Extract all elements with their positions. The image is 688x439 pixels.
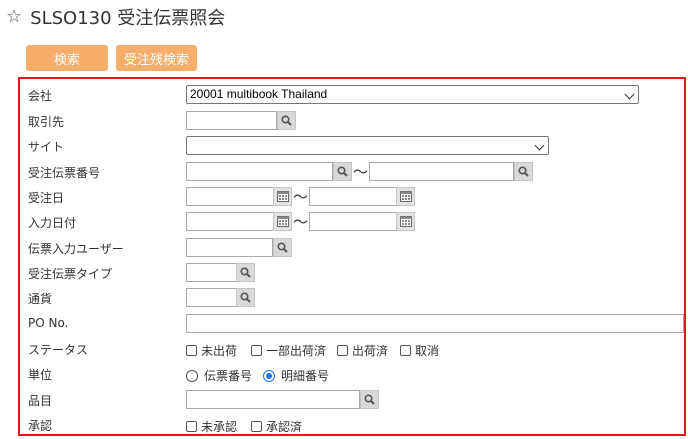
entry-user-row: 伝票入力ユーザー	[20, 235, 684, 261]
unit-slip-number-radio[interactable]: 伝票番号	[186, 367, 252, 384]
customer-label: 取引先	[28, 115, 65, 129]
item-input[interactable]	[186, 390, 360, 409]
approval-row: 承認 未承認 承認済	[20, 412, 684, 438]
item-row: 品目	[20, 387, 684, 413]
range-separator: 〜	[353, 163, 369, 181]
chevron-down-icon	[624, 89, 635, 100]
order-number-from-input[interactable]	[186, 162, 333, 181]
approval-label: 承認	[28, 419, 53, 433]
customer-row: 取引先	[20, 108, 684, 134]
status-shipped-checkbox[interactable]: 出荷済	[337, 342, 388, 359]
status-row: ステータス 未出荷 一部出荷済 出荷済 取消	[20, 336, 684, 362]
po-number-input[interactable]	[186, 314, 684, 333]
order-date-to-input[interactable]	[309, 187, 397, 206]
order-type-row: 受注伝票タイプ	[20, 260, 684, 286]
entry-date-label: 入力日付	[28, 216, 77, 230]
currency-input[interactable]	[186, 288, 237, 307]
order-number-to-input[interactable]	[369, 162, 514, 181]
company-select[interactable]: 20001 multibook Thailand	[186, 85, 639, 104]
site-row: サイト	[20, 133, 684, 159]
entry-date-from-input[interactable]	[186, 212, 274, 231]
status-label: ステータス	[28, 343, 89, 357]
range-separator: 〜	[293, 213, 309, 231]
order-number-label: 受注伝票番号	[28, 166, 101, 180]
po-number-row: PO No.	[20, 311, 684, 337]
search-criteria-panel: 会社 20001 multibook Thailand 取引先 サイト 受注伝票…	[18, 77, 686, 436]
order-type-search-icon[interactable]	[236, 263, 255, 282]
calendar-icon[interactable]	[396, 212, 415, 231]
unit-line-number-radio[interactable]: 明細番号	[263, 367, 329, 384]
approval-unapproved-checkbox[interactable]: 未承認	[186, 418, 237, 435]
calendar-icon[interactable]	[396, 187, 415, 206]
po-number-label: PO No.	[28, 316, 69, 330]
company-label: 会社	[28, 89, 53, 103]
remaining-order-search-button[interactable]: 受注残検索	[116, 45, 197, 71]
company-select-value: 20001 multibook Thailand	[190, 87, 328, 101]
order-number-from-search-icon[interactable]	[333, 162, 352, 181]
search-button[interactable]: 検索	[26, 45, 108, 71]
order-number-to-search-icon[interactable]	[514, 162, 533, 181]
chevron-down-icon	[534, 140, 545, 151]
currency-label: 通貨	[28, 292, 53, 306]
entry-user-label: 伝票入力ユーザー	[28, 242, 124, 256]
entry-date-row: 入力日付 〜	[20, 209, 684, 235]
calendar-icon[interactable]	[273, 187, 292, 206]
unit-row: 単位 伝票番号 明細番号	[20, 361, 684, 387]
range-separator: 〜	[293, 188, 309, 206]
site-select[interactable]	[186, 136, 549, 155]
status-cancelled-checkbox[interactable]: 取消	[400, 342, 439, 359]
entry-user-search-icon[interactable]	[273, 238, 292, 257]
item-label: 品目	[28, 394, 53, 408]
company-row: 会社 20001 multibook Thailand	[20, 82, 684, 108]
order-type-input[interactable]	[186, 263, 237, 282]
status-partially-shipped-checkbox[interactable]: 一部出荷済	[251, 342, 326, 359]
order-type-label: 受注伝票タイプ	[28, 267, 113, 281]
page-header: ☆ SLSO130 受注伝票照会	[6, 5, 226, 30]
site-label: サイト	[28, 140, 65, 154]
calendar-icon[interactable]	[273, 212, 292, 231]
customer-search-icon[interactable]	[277, 111, 296, 130]
entry-date-to-input[interactable]	[309, 212, 397, 231]
favorite-star-icon[interactable]: ☆	[6, 8, 22, 26]
status-unshipped-checkbox[interactable]: 未出荷	[186, 342, 237, 359]
order-number-row: 受注伝票番号 〜	[20, 159, 684, 185]
customer-input[interactable]	[186, 111, 277, 130]
order-date-from-input[interactable]	[186, 187, 274, 206]
approval-approved-checkbox[interactable]: 承認済	[251, 418, 302, 435]
item-search-icon[interactable]	[360, 390, 379, 409]
currency-search-icon[interactable]	[236, 288, 255, 307]
order-date-row: 受注日 〜	[20, 184, 684, 210]
entry-user-input[interactable]	[186, 238, 273, 257]
unit-label: 単位	[28, 368, 53, 382]
page-title: SLSO130 受注伝票照会	[30, 8, 226, 29]
order-date-label: 受注日	[28, 191, 65, 205]
currency-row: 通貨	[20, 285, 684, 311]
